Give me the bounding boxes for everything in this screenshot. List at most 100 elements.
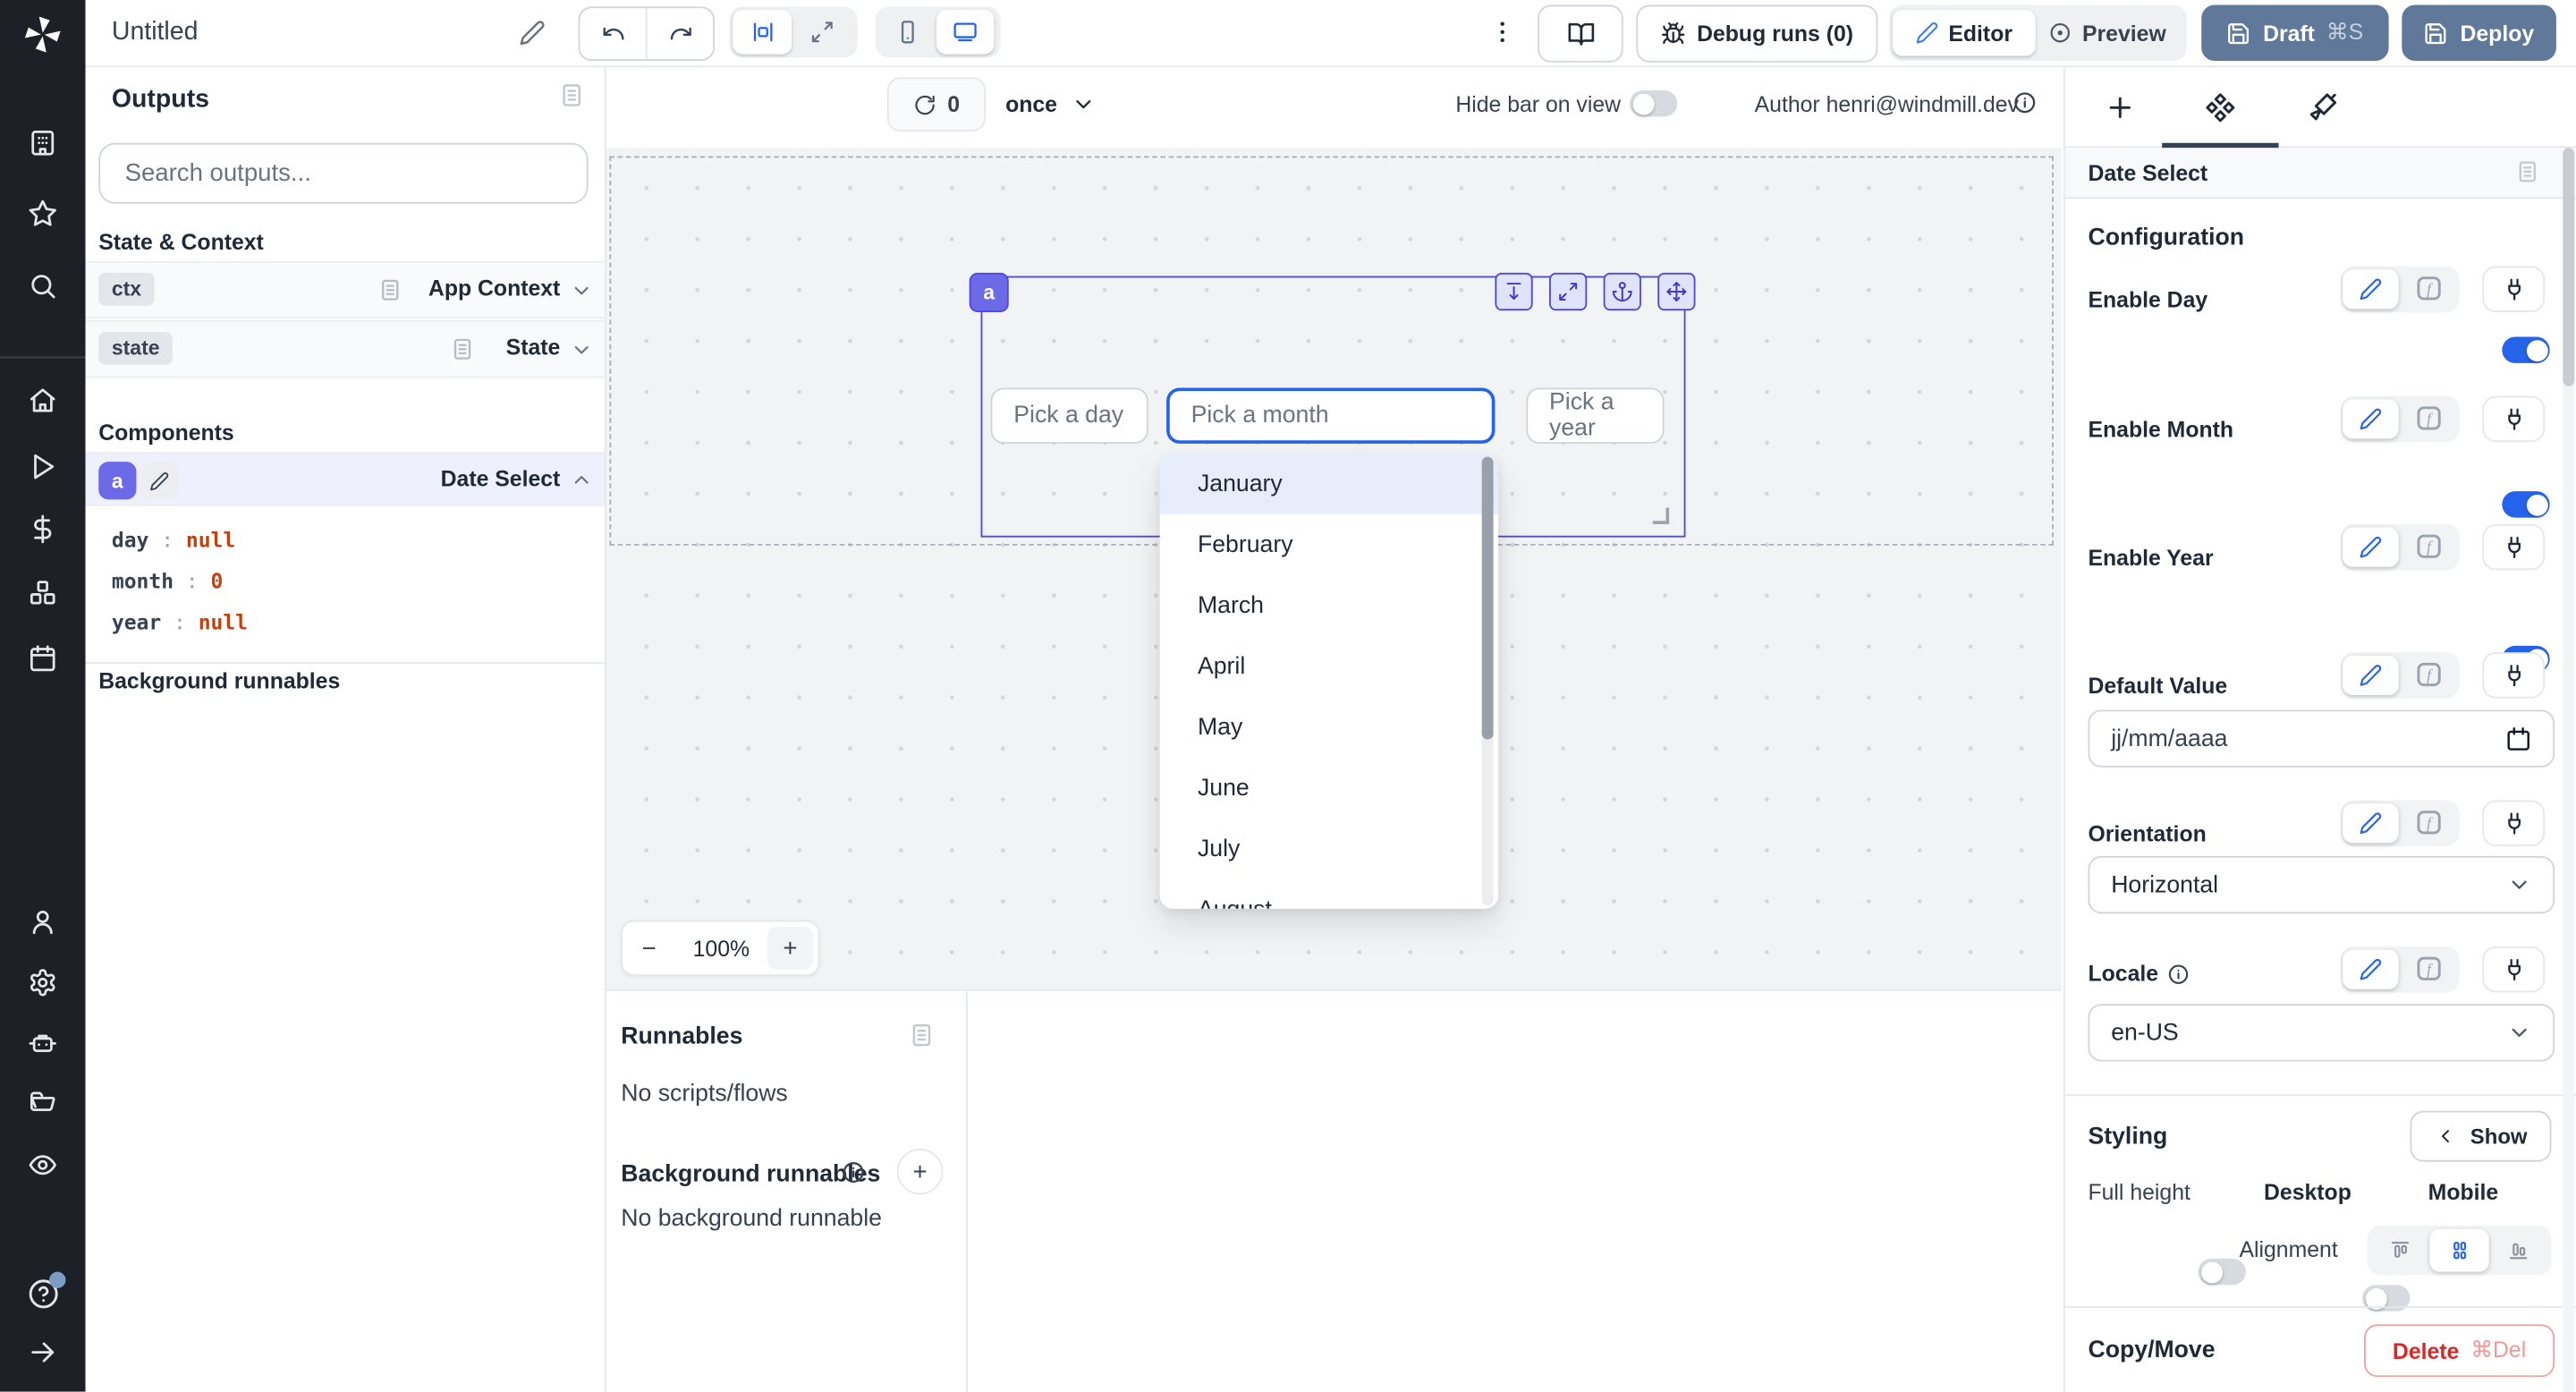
expand-canvas-icon[interactable] [792, 10, 851, 55]
debug-runs-button[interactable]: Debug runs (0) [1636, 5, 1877, 63]
zoom-out-button[interactable]: − [623, 934, 675, 962]
output-kv-row[interactable]: month : 0 [86, 560, 605, 601]
resources-boxes-icon[interactable] [28, 579, 57, 608]
component-outline-toggle[interactable] [733, 10, 792, 55]
connect-plug-button[interactable] [2482, 946, 2545, 992]
chevron-down-icon[interactable] [570, 338, 593, 361]
outputs-doc-icon[interactable] [558, 82, 584, 108]
enable-day-toggle[interactable] [2502, 337, 2549, 363]
connect-plug-button[interactable] [2482, 800, 2545, 845]
variables-dollar-icon[interactable] [28, 514, 57, 544]
delete-component-button[interactable]: Delete ⌘Del [2364, 1324, 2555, 1377]
run-mode-chevron-icon[interactable] [1072, 92, 1097, 117]
month-picker[interactable]: Pick a month [1166, 387, 1495, 443]
static-pencil-icon[interactable] [2343, 656, 2398, 695]
chevron-down-icon[interactable] [570, 279, 593, 302]
favorites-star-icon[interactable] [28, 199, 57, 228]
desktop-view-icon[interactable] [936, 10, 994, 55]
audit-eye-icon[interactable] [28, 1150, 57, 1180]
function-mode-icon[interactable]: f [2413, 530, 2445, 562]
user-icon[interactable] [28, 907, 57, 937]
zoom-in-button[interactable]: + [767, 927, 813, 970]
windmill-logo-icon[interactable] [21, 13, 64, 56]
output-kv-row[interactable]: year : null [86, 601, 605, 642]
function-mode-icon[interactable]: f [2413, 953, 2445, 984]
styling-tab-brush-icon[interactable] [2309, 90, 2340, 122]
search-outputs-input[interactable] [98, 143, 588, 204]
anchor-icon[interactable] [1604, 273, 1641, 310]
component-settings-tab-icon[interactable] [2205, 92, 2236, 123]
state-row[interactable]: state State [86, 320, 605, 378]
connect-plug-button[interactable] [2482, 396, 2545, 442]
month-option[interactable]: April [1160, 636, 1498, 697]
align-bottom-button[interactable] [2489, 1229, 2548, 1272]
run-mode-label[interactable]: once [1005, 92, 1057, 117]
component-row-date-select[interactable]: a Date Select [86, 452, 605, 506]
tab-editor[interactable]: Editor [1893, 10, 2036, 55]
collapse-arrow-right-icon[interactable] [28, 1337, 57, 1367]
full-height-toggle[interactable] [2199, 1259, 2246, 1285]
settings-scrollbar-thumb[interactable] [2563, 148, 2574, 386]
month-option[interactable]: March [1160, 575, 1498, 636]
settings-doc-icon[interactable] [2515, 159, 2540, 184]
align-center-button[interactable] [2430, 1229, 2489, 1272]
draft-button[interactable]: Draft ⌘S [2201, 5, 2388, 61]
redo-icon[interactable] [648, 8, 713, 59]
month-option[interactable]: August [1160, 879, 1498, 909]
doc-icon[interactable] [450, 337, 475, 362]
expand-down-icon[interactable] [1495, 273, 1532, 310]
static-pencil-icon[interactable] [2343, 528, 2398, 567]
static-pencil-icon[interactable] [2343, 950, 2398, 989]
month-option[interactable]: February [1160, 514, 1498, 575]
connect-plug-button[interactable] [2482, 524, 2545, 570]
year-picker[interactable]: Pick a year [1526, 387, 1664, 443]
kebab-menu-icon[interactable] [1488, 16, 1516, 47]
docs-book-button[interactable] [1538, 5, 1623, 63]
workers-robot-icon[interactable] [28, 1029, 57, 1058]
edit-title-pencil-icon[interactable] [519, 20, 545, 46]
function-mode-icon[interactable]: f [2413, 807, 2445, 838]
default-value-date-input[interactable]: jj/mm/aaaa [2088, 709, 2555, 767]
function-mode-icon[interactable]: f [2413, 403, 2445, 434]
search-icon[interactable] [28, 271, 57, 301]
mobile-view-icon[interactable] [879, 10, 936, 55]
hide-bar-toggle[interactable] [1630, 90, 1677, 116]
align-top-button[interactable] [2370, 1229, 2429, 1272]
fullscreen-icon[interactable] [1549, 273, 1587, 310]
static-pencil-icon[interactable] [2343, 803, 2398, 843]
home-icon[interactable] [28, 386, 57, 416]
move-icon[interactable] [1657, 273, 1695, 310]
folders-icon[interactable] [28, 1090, 57, 1119]
doc-icon[interactable] [377, 277, 402, 302]
add-component-tab-plus-icon[interactable] [2105, 92, 2136, 123]
connect-plug-button[interactable] [2482, 652, 2545, 698]
runnables-doc-icon[interactable] [909, 1022, 935, 1048]
output-kv-row[interactable]: day : null [86, 519, 605, 560]
settings-gear-icon[interactable] [28, 968, 57, 997]
day-picker[interactable]: Pick a day [991, 387, 1148, 443]
connect-plug-button[interactable] [2482, 267, 2545, 312]
schedules-calendar-icon[interactable] [28, 644, 57, 674]
undo-icon[interactable] [580, 8, 647, 59]
deploy-button[interactable]: Deploy [2402, 5, 2556, 61]
chevron-up-icon[interactable] [570, 468, 593, 491]
month-option[interactable]: January [1160, 454, 1498, 514]
function-mode-icon[interactable]: f [2413, 273, 2445, 304]
month-option[interactable]: June [1160, 758, 1498, 819]
add-background-runnable-button[interactable]: + [897, 1149, 943, 1194]
component-tag[interactable]: a [970, 273, 1009, 312]
locale-info-icon[interactable] [2166, 962, 2190, 985]
locale-select[interactable]: en-US [2088, 1004, 2555, 1061]
orientation-select[interactable]: Horizontal [2088, 856, 2555, 913]
static-pencil-icon[interactable] [2343, 269, 2398, 309]
month-option[interactable]: July [1160, 819, 1498, 879]
tab-preview[interactable]: Preview [2036, 10, 2181, 55]
workspace-icon[interactable] [28, 128, 57, 157]
rename-pencil-icon[interactable] [140, 462, 179, 499]
author-info-icon[interactable] [2012, 90, 2038, 115]
calendar-icon[interactable] [2505, 726, 2531, 751]
enable-month-toggle[interactable] [2502, 491, 2549, 517]
ctx-row[interactable]: ctx App Context [86, 261, 605, 318]
function-mode-icon[interactable]: f [2413, 659, 2445, 691]
runs-play-icon[interactable] [28, 452, 57, 481]
